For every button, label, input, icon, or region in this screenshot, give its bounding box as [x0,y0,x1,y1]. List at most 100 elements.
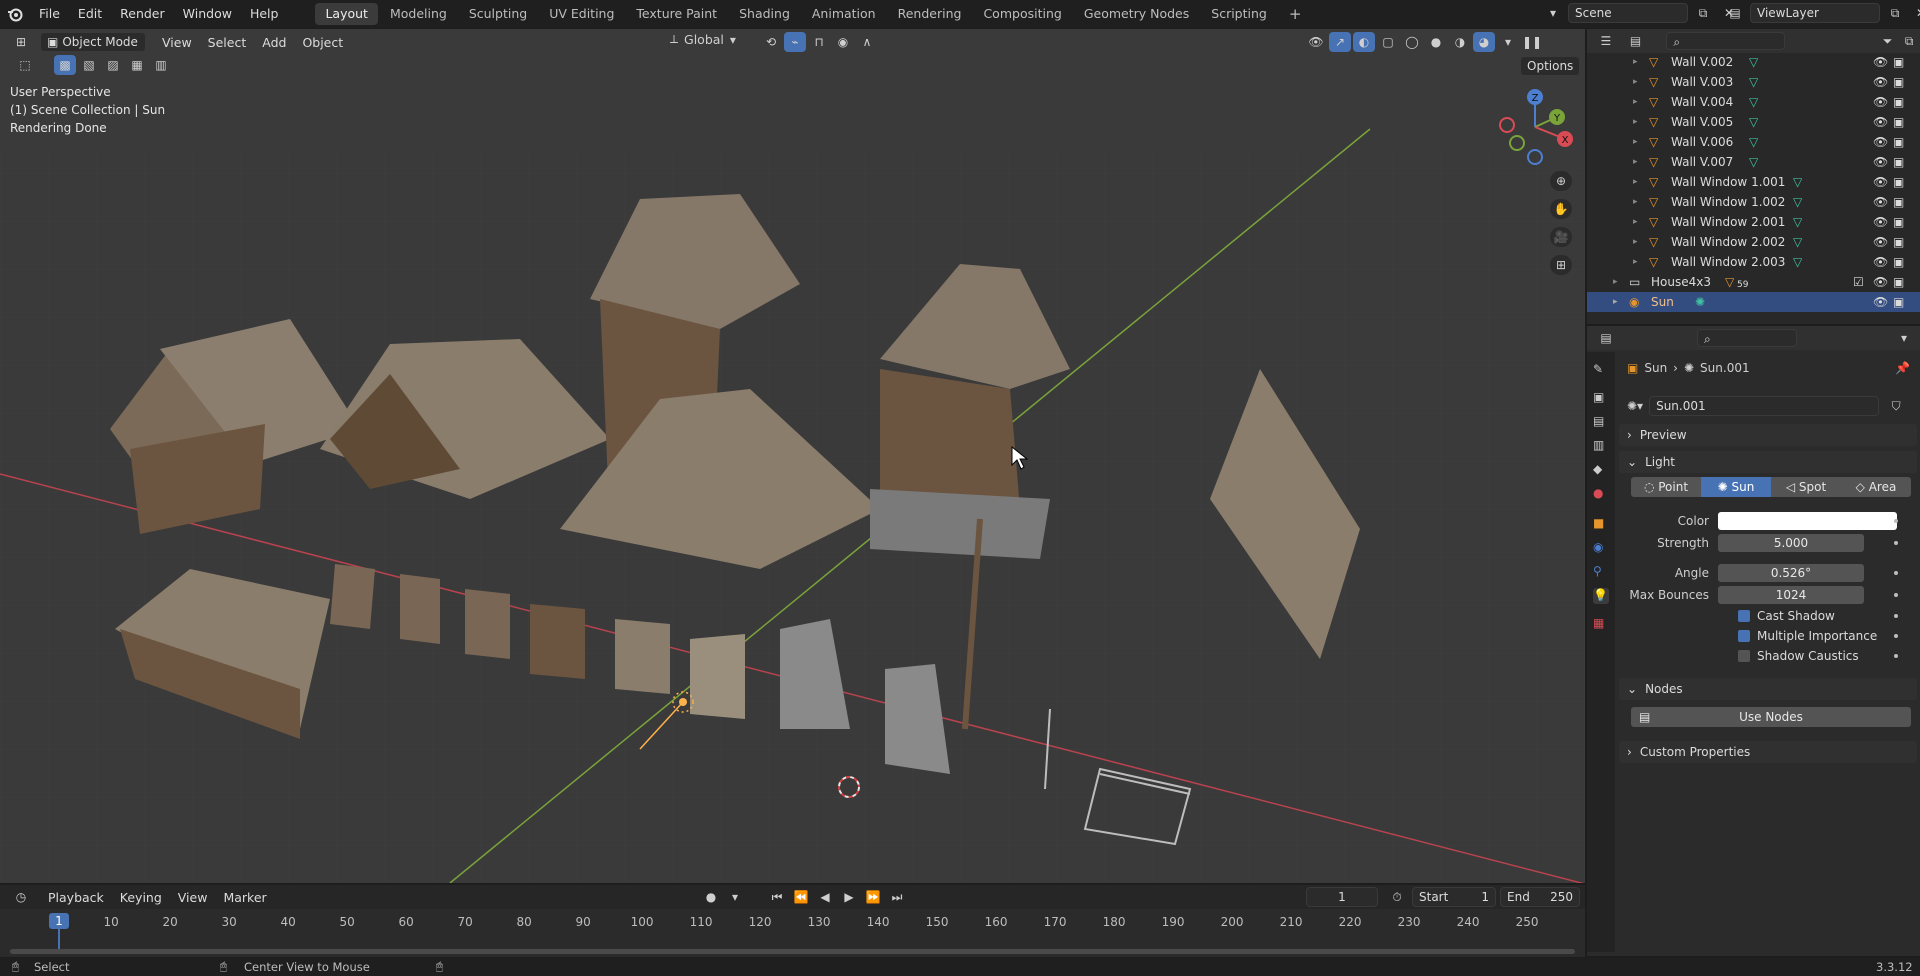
blender-logo-icon[interactable] [0,0,30,28]
solid-shading-icon[interactable]: ● [1425,32,1447,52]
select-invert-mode-icon[interactable]: ▦ [126,55,148,75]
shading-options-icon[interactable]: ▾ [1497,32,1519,52]
menu-playback[interactable]: Playback [40,890,112,905]
light-panel-header[interactable]: ⌄ Light [1619,451,1917,473]
tool-tab-icon[interactable]: ✎ [1593,362,1609,378]
properties-options-icon[interactable]: ▾ [1893,328,1915,348]
tab-modeling[interactable]: Modeling [380,3,457,25]
menu-file[interactable]: File [30,0,69,28]
keyframe-dot[interactable] [1894,593,1898,597]
visibility-icon[interactable]: 👁 [1305,32,1327,52]
view-layer-icon[interactable]: ▤ [1724,3,1746,23]
keyframe-dot[interactable] [1894,634,1898,638]
pin-icon[interactable]: 📌 [1895,361,1910,375]
outliner-row[interactable]: ▸ ▽ Wall Window 2.001 ▽ 👁 ▣ [1587,212,1920,232]
start-frame-field[interactable]: Start 1 [1412,887,1496,907]
mesh-data-icon[interactable]: ▽ [1749,115,1758,129]
camera-icon[interactable]: ▣ [1893,195,1904,209]
menu-marker[interactable]: Marker [215,890,274,905]
menu-add[interactable]: Add [254,35,294,50]
pause-render-icon[interactable]: ❚❚ [1521,32,1543,52]
checkbox-icon[interactable]: ☑ [1853,275,1864,289]
overlay-toggle-icon[interactable]: ◐ [1353,32,1375,52]
select-extend-mode-icon[interactable]: ▧ [78,55,100,75]
transform-orientation-selector[interactable]: ⟂ Global ▾ [670,32,736,47]
tab-rendering[interactable]: Rendering [888,3,972,25]
expand-arrow-icon[interactable]: ▸ [1633,197,1638,207]
strength-field[interactable]: 5.000 [1718,534,1864,552]
camera-icon[interactable]: ▣ [1893,135,1904,149]
mesh-data-icon[interactable]: ▽ [1793,195,1802,209]
tab-layout[interactable]: Layout [315,3,378,25]
keyframe-dot[interactable] [1894,571,1898,575]
outliner-row[interactable]: ▸ ▽ Wall V.005 ▽ 👁 ▣ [1587,112,1920,132]
expand-arrow-icon[interactable]: ▸ [1633,137,1638,147]
material-shading-icon[interactable]: ◑ [1449,32,1471,52]
properties-editor-icon[interactable]: ▤ [1595,328,1617,348]
render-tab-icon[interactable]: ▣ [1593,390,1609,406]
tab-shading[interactable]: Shading [729,3,800,25]
cast-shadow-checkbox[interactable] [1738,610,1750,622]
eye-icon[interactable]: 👁 [1873,95,1888,109]
new-collection-icon[interactable]: ⧉ [1898,31,1920,51]
multiple-importance-checkbox[interactable] [1738,630,1750,642]
preview-range-icon[interactable]: ⏱ [1386,887,1408,907]
angle-field[interactable]: 0.526° [1718,564,1864,582]
use-nodes-button[interactable]: ▤ Use Nodes [1631,707,1911,727]
expand-arrow-icon[interactable]: ▸ [1633,237,1638,247]
eye-icon[interactable]: 👁 [1873,275,1888,289]
camera-icon[interactable]: ▣ [1893,215,1904,229]
menu-select[interactable]: Select [200,35,255,50]
navigation-gizmo[interactable]: Z Y X [1495,87,1575,167]
mesh-data-icon[interactable]: ▽ [1793,175,1802,189]
keyframe-dot[interactable] [1894,519,1898,523]
timeline-ruler[interactable]: 1102030405060708090100110120130140150160… [0,909,1585,957]
menu-help[interactable]: Help [241,0,288,28]
3d-viewport[interactable]: ⊞ ▣ Object Mode View Select Add Object ⟂ … [0,29,1585,883]
scene-tab-icon[interactable]: ◆ [1593,462,1609,478]
select-box-mode-icon[interactable]: ▩ [54,55,76,75]
eye-icon[interactable]: 👁 [1873,55,1888,69]
outliner-row-selected[interactable]: ▸ ◉ Sun ✺ 👁 ▣ [1587,292,1920,312]
outliner-row-collection[interactable]: ▸ ▭ House4x3 ▽ 59 ☑ 👁 ▣ [1587,272,1920,292]
tab-sculpting[interactable]: Sculpting [459,3,537,25]
preview-panel-header[interactable]: › Preview [1619,424,1917,446]
next-keyframe-icon[interactable]: ⏩ [862,887,884,907]
mesh-data-icon[interactable]: ▽ [1749,135,1758,149]
record-icon[interactable]: ● [700,887,722,907]
expand-arrow-icon[interactable]: ▸ [1633,97,1638,107]
light-type-sun[interactable]: ✺ Sun [1701,477,1771,497]
camera-icon[interactable]: ▣ [1893,75,1904,89]
menu-view[interactable]: View [154,35,200,50]
max-bounces-field[interactable]: 1024 [1718,586,1864,604]
fake-user-shield-icon[interactable]: ⛉ [1885,396,1907,416]
menu-window[interactable]: Window [174,0,241,28]
nodes-panel-header[interactable]: ⌄ Nodes [1619,678,1917,700]
mode-selector[interactable]: ▣ Object Mode [40,32,146,52]
select-intersect-mode-icon[interactable]: ▥ [150,55,172,75]
mesh-data-icon[interactable]: ▽ [1793,255,1802,269]
expand-arrow-icon[interactable]: ▸ [1633,177,1638,187]
eye-icon[interactable]: 👁 [1873,115,1888,129]
current-frame-field[interactable]: 1 [1306,887,1378,907]
delete-view-layer-icon[interactable]: ✕ [1910,3,1920,23]
display-mode-icon[interactable]: ▤ [1625,31,1647,51]
camera-icon[interactable]: ▣ [1893,95,1904,109]
outliner-row[interactable]: ▸ ▽ Wall Window 1.002 ▽ 👁 ▣ [1587,192,1920,212]
camera-icon[interactable]: ▣ [1893,295,1904,309]
rendered-shading-icon[interactable]: ◕ [1473,32,1495,52]
custom-properties-panel-header[interactable]: › Custom Properties [1619,741,1917,763]
object-tab-icon[interactable]: ■ [1593,516,1609,532]
camera-icon[interactable]: ▣ [1893,255,1904,269]
perspective-toggle-icon[interactable]: ⊞ [1550,255,1572,275]
sun-data-icon[interactable]: ✺ [1695,295,1705,309]
eye-icon[interactable]: 👁 [1873,155,1888,169]
camera-icon[interactable]: ▣ [1893,155,1904,169]
mesh-data-icon[interactable]: ▽ [1793,215,1802,229]
falloff-icon[interactable]: ∧ [856,32,878,52]
tab-uv-editing[interactable]: UV Editing [539,3,624,25]
constraints-tab-icon[interactable]: ⚲ [1593,564,1609,580]
eye-icon[interactable]: 👁 [1873,135,1888,149]
view-layer-tab-icon[interactable]: ▥ [1593,438,1609,454]
eye-icon[interactable]: 👁 [1873,295,1888,309]
